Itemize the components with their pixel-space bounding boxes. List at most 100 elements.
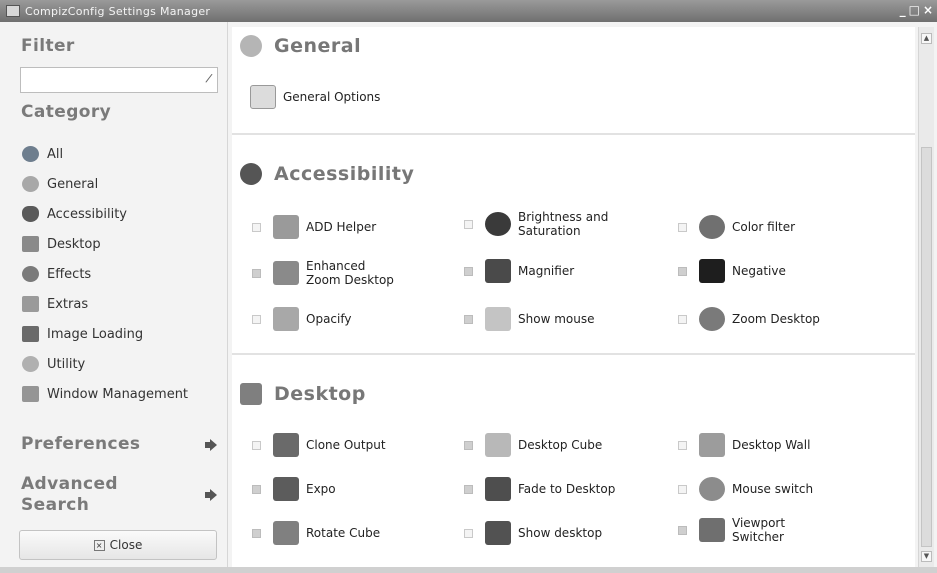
- enable-checkbox[interactable]: [252, 222, 261, 232]
- enable-checkbox[interactable]: [252, 528, 261, 538]
- plugin-enhanced-zoom[interactable]: Enhanced Zoom Desktop: [252, 259, 394, 287]
- opacify-icon: [273, 307, 299, 331]
- brightness-icon: [485, 212, 511, 236]
- show-mouse-icon: [485, 307, 511, 331]
- plugin-opacify[interactable]: Opacify: [252, 307, 351, 331]
- category-item-extras[interactable]: Extras: [22, 289, 188, 319]
- category-label: Image Loading: [47, 326, 144, 342]
- title-bar[interactable]: CompizConfig Settings Manager _ □ ×: [0, 0, 937, 22]
- enable-checkbox[interactable]: [678, 484, 687, 494]
- arrow-right-icon[interactable]: [205, 489, 217, 501]
- enable-checkbox[interactable]: [464, 266, 473, 276]
- enable-checkbox[interactable]: [678, 266, 687, 276]
- clone-output-icon: [273, 433, 299, 457]
- sidebar: Filter / Category All General Accessibil…: [0, 22, 228, 567]
- desktop-wall-icon: [699, 433, 725, 457]
- category-label: Window Management: [47, 386, 189, 402]
- show-desktop-icon: [485, 521, 511, 545]
- category-label: Accessibility: [47, 206, 127, 222]
- plugin-label: Enhanced Zoom Desktop: [306, 259, 394, 287]
- enable-checkbox[interactable]: [678, 440, 687, 450]
- scroll-down-icon[interactable]: ▼: [921, 551, 932, 562]
- negative-icon: [699, 259, 725, 283]
- enable-checkbox[interactable]: [464, 440, 473, 450]
- clear-filter-icon[interactable]: /: [205, 71, 214, 86]
- utility-icon: [22, 356, 39, 372]
- plugin-expo[interactable]: Expo: [252, 477, 336, 501]
- plugin-viewport-switcher[interactable]: Viewport Switcher: [678, 516, 785, 544]
- category-item-accessibility[interactable]: Accessibility: [22, 199, 188, 229]
- desktop-icon: [240, 383, 262, 405]
- category-item-general[interactable]: General: [22, 169, 188, 199]
- plugin-negative[interactable]: Negative: [678, 259, 786, 283]
- plugin-clone-output[interactable]: Clone Output: [252, 433, 386, 457]
- plugin-label: Viewport Switcher: [732, 516, 786, 544]
- plugin-add-helper[interactable]: ADD Helper: [252, 215, 376, 239]
- globe-icon: [22, 146, 39, 162]
- plugin-show-desktop[interactable]: Show desktop: [464, 521, 602, 545]
- plugin-rotate-cube[interactable]: Rotate Cube: [252, 521, 380, 545]
- ccsm-window: CompizConfig Settings Manager _ □ × Filt…: [0, 0, 937, 573]
- plugin-label: Negative: [732, 264, 786, 278]
- plugin-panel: General General Options Accessibility AD…: [232, 27, 915, 567]
- enable-checkbox[interactable]: [252, 484, 261, 494]
- effects-icon: [22, 266, 39, 282]
- plugin-desktop-cube[interactable]: Desktop Cube: [464, 433, 602, 457]
- enable-checkbox[interactable]: [464, 314, 473, 324]
- filter-input[interactable]: [21, 68, 191, 92]
- scroll-up-icon[interactable]: ▲: [921, 33, 932, 44]
- color-filter-icon: [699, 215, 725, 239]
- enable-checkbox[interactable]: [678, 525, 687, 535]
- category-item-utility[interactable]: Utility: [22, 349, 188, 379]
- close-button[interactable]: × Close: [19, 530, 217, 560]
- arrow-right-icon[interactable]: [205, 438, 217, 451]
- enable-checkbox[interactable]: [252, 268, 261, 278]
- extras-icon: [22, 296, 39, 312]
- mouse-switch-icon: [699, 477, 725, 501]
- plugin-mouse-switch[interactable]: Mouse switch: [678, 477, 813, 501]
- enable-checkbox[interactable]: [464, 528, 473, 538]
- minimize-icon[interactable]: _: [900, 3, 906, 17]
- category-item-all[interactable]: All: [22, 139, 188, 169]
- plugin-label: Magnifier: [518, 264, 575, 278]
- magnifier-icon: [485, 259, 511, 283]
- rotate-cube-icon: [273, 521, 299, 545]
- enhanced-zoom-icon: [273, 261, 299, 285]
- close-window-icon[interactable]: ×: [923, 3, 933, 17]
- advanced-search-row[interactable]: Advanced Search: [21, 474, 217, 516]
- plugin-general-options[interactable]: General Options: [250, 85, 380, 109]
- plugin-color-filter[interactable]: Color filter: [678, 215, 795, 239]
- category-item-desktop[interactable]: Desktop: [22, 229, 188, 259]
- window-icon: [22, 386, 39, 402]
- category-item-window-management[interactable]: Window Management: [22, 379, 188, 409]
- plugin-label: General Options: [283, 90, 381, 104]
- category-label: All: [47, 146, 64, 162]
- enable-checkbox[interactable]: [252, 314, 261, 324]
- plugin-zoom-desktop[interactable]: Zoom Desktop: [678, 307, 820, 331]
- general-options-icon: [250, 85, 276, 109]
- plugin-label: Clone Output: [306, 438, 386, 452]
- scroll-thumb[interactable]: [921, 147, 932, 547]
- category-label: Effects: [47, 266, 92, 282]
- filter-field[interactable]: /: [20, 67, 218, 93]
- maximize-icon[interactable]: □: [909, 3, 920, 17]
- plugin-label: Show desktop: [518, 526, 603, 540]
- plugin-desktop-wall[interactable]: Desktop Wall: [678, 433, 810, 457]
- plugin-fade-to-desktop[interactable]: Fade to Desktop: [464, 477, 615, 501]
- enable-checkbox[interactable]: [252, 440, 261, 450]
- wheelchair-icon: [22, 206, 39, 222]
- category-label: Extras: [47, 296, 89, 312]
- vertical-scrollbar[interactable]: ▲ ▼: [918, 27, 934, 567]
- preferences-row[interactable]: Preferences: [21, 434, 217, 455]
- plugin-show-mouse[interactable]: Show mouse: [464, 307, 594, 331]
- plugin-magnifier[interactable]: Magnifier: [464, 259, 574, 283]
- category-item-effects[interactable]: Effects: [22, 259, 188, 289]
- enable-checkbox[interactable]: [678, 222, 687, 232]
- category-heading: Category: [21, 102, 112, 122]
- plugin-brightness-saturation[interactable]: Brightness and Saturation: [464, 210, 608, 238]
- enable-checkbox[interactable]: [464, 484, 473, 494]
- enable-checkbox[interactable]: [464, 219, 473, 229]
- advanced-search-label: Advanced Search: [21, 474, 118, 515]
- category-item-image-loading[interactable]: Image Loading: [22, 319, 188, 349]
- enable-checkbox[interactable]: [678, 314, 687, 324]
